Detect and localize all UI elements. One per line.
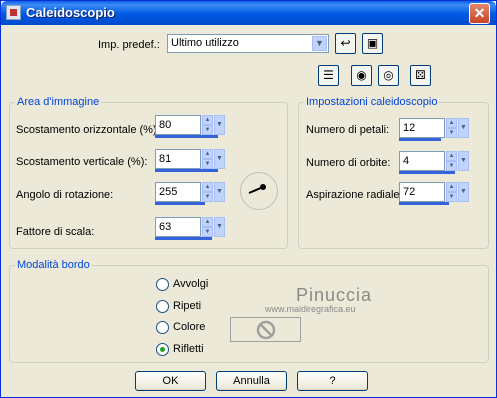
- spin-down-icon[interactable]: ▼: [446, 161, 457, 171]
- radio-colore-label[interactable]: Colore: [173, 321, 205, 333]
- rotation-dial[interactable]: [240, 172, 278, 210]
- undo-arrow-icon: ↩: [340, 36, 351, 50]
- preview-window-button[interactable]: ☰: [318, 65, 339, 86]
- scale-factor-spinner[interactable]: 63 ▲ ▼ ▼: [155, 217, 225, 241]
- value-bar: [155, 169, 218, 172]
- spin-up-icon[interactable]: ▲: [202, 149, 213, 159]
- eye-icon: ◎: [383, 68, 394, 82]
- spin-up-icon[interactable]: ▲: [446, 118, 457, 128]
- scale-factor-label: Fattore di scala:: [16, 226, 95, 238]
- value-bar: [155, 237, 213, 240]
- watermark-url: www.maidiregrafica.eu: [265, 304, 356, 314]
- spin-down-icon[interactable]: ▼: [202, 192, 213, 202]
- radio-colore[interactable]: [156, 321, 169, 334]
- slider-dropdown-icon[interactable]: ▼: [214, 182, 225, 202]
- chevron-down-icon[interactable]: ▼: [312, 36, 327, 51]
- window-title: Caleidoscopio: [26, 5, 115, 20]
- proof-button[interactable]: ◉: [351, 65, 372, 86]
- petals-spinner[interactable]: 12 ▲ ▼ ▼: [399, 118, 469, 142]
- value-bar: [155, 135, 218, 138]
- orbits-value: 4: [403, 155, 410, 167]
- app-icon: [6, 5, 21, 20]
- slider-dropdown-icon[interactable]: ▼: [214, 115, 225, 135]
- border-mode-group: Modalità bordo: [9, 259, 489, 363]
- slider-dropdown-icon[interactable]: ▼: [458, 182, 469, 202]
- orbits-input[interactable]: 4: [399, 151, 445, 171]
- scale-factor-value: 63: [159, 221, 172, 233]
- scale-factor-input[interactable]: 63: [155, 217, 201, 237]
- dice-icon: ⚄: [415, 68, 426, 82]
- spin-up-icon[interactable]: ▲: [202, 217, 213, 227]
- spin-up-icon[interactable]: ▲: [202, 182, 213, 192]
- orbits-label: Numero di orbite:: [306, 157, 391, 169]
- help-button[interactable]: ?: [297, 371, 368, 391]
- dialog-window: Caleidoscopio ✕ Imp. predef.: Ultimo uti…: [0, 0, 497, 398]
- rotation-angle-input[interactable]: 255: [155, 182, 201, 202]
- value-bar: [399, 202, 450, 205]
- preset-select[interactable]: Ultimo utilizzo ▼: [167, 34, 329, 53]
- color-swatch[interactable]: [230, 317, 301, 342]
- rotation-angle-label: Angolo di rotazione:: [16, 189, 114, 201]
- horizontal-offset-label: Scostamento orizzontale (%):: [16, 124, 160, 136]
- preset-label: Imp. predef.:: [98, 39, 160, 51]
- save-preset-button[interactable]: ▣: [362, 33, 383, 54]
- radial-suction-spinner[interactable]: 72 ▲ ▼ ▼: [399, 182, 469, 206]
- window-icon: ☰: [323, 68, 334, 82]
- kaleido-settings-legend: Impostazioni caleidoscopio: [304, 96, 440, 108]
- spin-down-icon[interactable]: ▼: [446, 192, 457, 202]
- auto-proof-button[interactable]: ◎: [378, 65, 399, 86]
- vertical-offset-spinner[interactable]: 81 ▲ ▼ ▼: [155, 149, 225, 173]
- vertical-offset-value: 81: [159, 153, 172, 165]
- horizontal-offset-value: 80: [159, 119, 172, 131]
- vertical-offset-label: Scostamento verticale (%):: [16, 156, 148, 168]
- radio-rifletti-label[interactable]: Rifletti: [173, 343, 204, 355]
- radial-suction-label: Aspirazione radiale:: [306, 189, 403, 201]
- radio-avvolgi[interactable]: [156, 278, 169, 291]
- reset-preset-button[interactable]: ↩: [335, 33, 356, 54]
- cancel-button[interactable]: Annulla: [216, 371, 287, 391]
- border-mode-legend: Modalità bordo: [15, 259, 92, 271]
- image-area-legend: Area d'immagine: [15, 96, 102, 108]
- radial-suction-value: 72: [403, 186, 416, 198]
- slider-dropdown-icon[interactable]: ▼: [458, 118, 469, 138]
- rotation-angle-spinner[interactable]: 255 ▲ ▼ ▼: [155, 182, 225, 206]
- title-bar[interactable]: Caleidoscopio ✕: [1, 1, 496, 25]
- floppy-disk-icon: ▣: [366, 36, 379, 50]
- horizontal-offset-input[interactable]: 80: [155, 115, 201, 135]
- eye-lock-icon: ◉: [356, 68, 367, 82]
- dial-needle-icon: [248, 184, 266, 194]
- value-bar: [399, 138, 441, 141]
- radial-suction-input[interactable]: 72: [399, 182, 445, 202]
- spin-up-icon[interactable]: ▲: [202, 115, 213, 125]
- preset-value: Ultimo utilizzo: [171, 37, 239, 49]
- orbits-spinner[interactable]: 4 ▲ ▼ ▼: [399, 151, 469, 175]
- spin-down-icon[interactable]: ▼: [202, 227, 213, 237]
- value-bar: [399, 171, 455, 174]
- ok-button[interactable]: OK: [135, 371, 206, 391]
- petals-value: 12: [403, 122, 416, 134]
- petals-input[interactable]: 12: [399, 118, 445, 138]
- radio-rifletti[interactable]: [156, 343, 169, 356]
- petals-label: Numero di petali:: [306, 124, 390, 136]
- vertical-offset-input[interactable]: 81: [155, 149, 201, 169]
- spin-up-icon[interactable]: ▲: [446, 182, 457, 192]
- slider-dropdown-icon[interactable]: ▼: [214, 149, 225, 169]
- spin-down-icon[interactable]: ▼: [202, 159, 213, 169]
- value-bar: [155, 202, 205, 205]
- close-button[interactable]: ✕: [469, 3, 490, 24]
- randomize-button[interactable]: ⚄: [410, 65, 431, 86]
- radio-ripeti-label[interactable]: Ripeti: [173, 300, 201, 312]
- slider-dropdown-icon[interactable]: ▼: [214, 217, 225, 237]
- spin-up-icon[interactable]: ▲: [446, 151, 457, 161]
- horizontal-offset-spinner[interactable]: 80 ▲ ▼ ▼: [155, 115, 225, 139]
- spin-down-icon[interactable]: ▼: [202, 125, 213, 135]
- disabled-icon: [256, 320, 276, 340]
- rotation-angle-value: 255: [159, 186, 178, 198]
- watermark-name: Pinuccia: [296, 285, 373, 305]
- radio-ripeti[interactable]: [156, 300, 169, 313]
- spin-down-icon[interactable]: ▼: [446, 128, 457, 138]
- radio-avvolgi-label[interactable]: Avvolgi: [173, 278, 208, 290]
- slider-dropdown-icon[interactable]: ▼: [458, 151, 469, 171]
